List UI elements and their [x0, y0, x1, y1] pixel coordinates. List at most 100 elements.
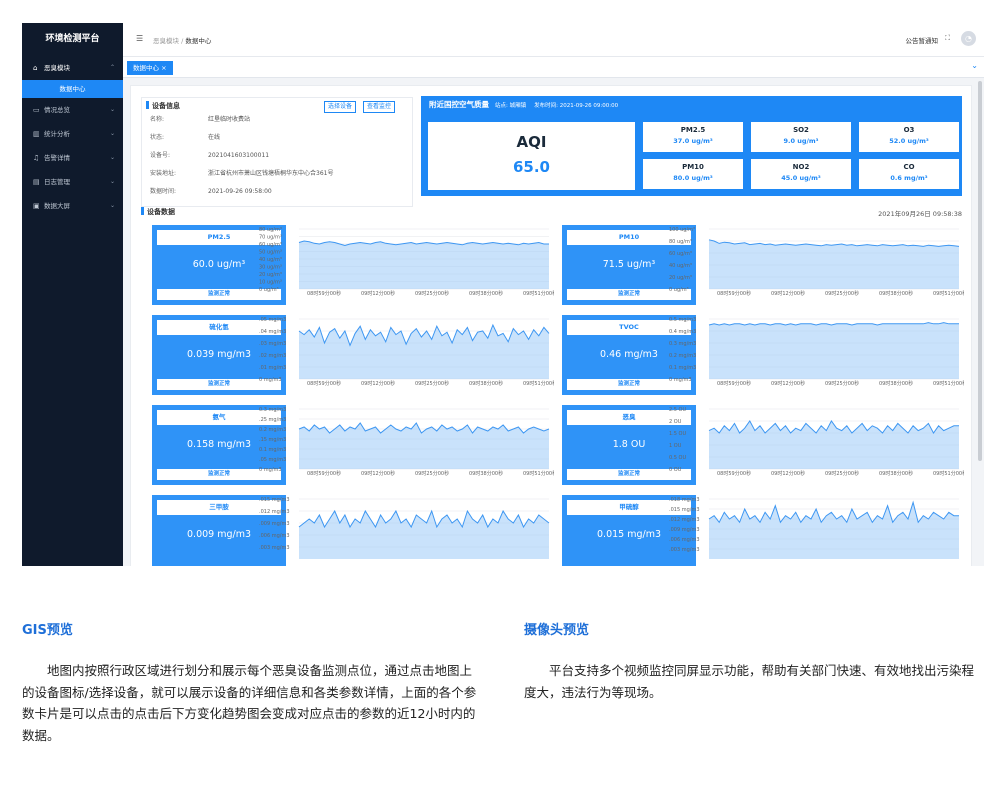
y-tick-label: .05 mg/m3 — [259, 317, 286, 323]
x-tick-label: 09时12分00秒 — [771, 470, 805, 477]
bell-icon: ♫ — [33, 154, 40, 162]
y-tick-label: 100 ug/m³ — [669, 227, 695, 233]
aqi-label: AQI — [516, 133, 547, 151]
y-tick-label: 0 mg/m3 — [669, 377, 692, 383]
breadcrumb: 恶臭模块 / 数据中心 — [153, 35, 211, 45]
device-field-id: 设备号: 2021041603100011 — [150, 152, 270, 159]
x-tick-label: 08时59分00秒 — [717, 380, 751, 387]
select-device-button[interactable]: 选择设备 — [324, 101, 357, 113]
y-tick-label: 2.5 OU — [669, 407, 686, 413]
menu-toggle-icon[interactable]: ☰ — [136, 34, 143, 43]
trend-chart-h2s: .05 mg/m3 .04 mg/m3 .03 mg/m3 .02 mg/m3 .01 … — [259, 315, 554, 393]
notice-link[interactable]: 公告暂通知 — [906, 35, 939, 45]
y-tick-label: 30 ug/m³ — [259, 265, 282, 271]
pollutant-card-so2[interactable]: SO2 9.0 ug/m³ — [751, 122, 851, 152]
y-tick-label: .003 mg/m3 — [669, 547, 700, 553]
y-tick-label: 80 ug/m³ — [669, 239, 692, 245]
aqi-card[interactable]: AQI 65.0 — [428, 122, 635, 190]
tab-data-center[interactable]: 数据中心 × — [127, 61, 173, 75]
x-tick-label: 09时38分00秒 — [879, 380, 913, 387]
x-tick-label: 08时59分00秒 — [717, 290, 751, 297]
home-icon: ⌂ — [33, 64, 38, 72]
chart-svg: .05 mg/m3 .04 mg/m3 .03 mg/m3 .02 mg/m3 .01 … — [259, 317, 554, 387]
sidebar-item-label: 告警详情 — [44, 154, 70, 162]
x-tick-label: 09时25分00秒 — [825, 290, 859, 297]
breadcrumb-root[interactable]: 恶臭模块 — [153, 37, 179, 45]
sidebar-item-big-screen[interactable]: ▣ 数据大屏 ⌄ — [22, 194, 123, 218]
y-tick-label: 40 ug/m³ — [669, 263, 692, 269]
top-header: ☰ 恶臭模块 / 数据中心 公告暂通知 ⛶ ◔ — [123, 23, 984, 57]
y-tick-label: 60 ug/m³ — [259, 242, 282, 248]
y-tick-label: 0.3 mg/m3 — [259, 407, 286, 413]
chevron-down-icon: ⌄ — [109, 106, 115, 113]
y-tick-label: 1.5 OU — [669, 431, 686, 437]
view-monitor-button[interactable]: 查看监控 — [363, 101, 396, 113]
chevron-up-icon: ⌃ — [109, 64, 115, 71]
device-data-time: 2021年09月26日 09:58:38 — [878, 210, 962, 218]
trend-chart-trimethylamine: .015 mg/m3 .012 mg/m3 .009 mg/m3 .006 mg/m3… — [259, 495, 554, 566]
x-tick-label: 09时12分00秒 — [361, 380, 395, 387]
fullscreen-icon[interactable]: ⛶ — [945, 34, 950, 43]
sidebar-item-overview[interactable]: ▭ 情况总览 ⌄ — [22, 98, 123, 122]
sidebar: 环境检测平台 ⌂ 恶臭模块 ⌃ 数据中心 ▭ 情况总览 ⌄ ▥ 统计分析 ⌄ ♫ 告警详… — [22, 23, 123, 566]
pollutant-card-pm25[interactable]: PM2.5 37.0 ug/m³ — [643, 122, 743, 152]
sidebar-item-alarm[interactable]: ♫ 告警详情 ⌄ — [22, 146, 123, 170]
x-tick-label: 09时25分00秒 — [825, 470, 859, 477]
y-tick-label: .015 mg/m3 — [669, 507, 700, 513]
y-tick-label: 0.5 OU — [669, 455, 686, 461]
y-tick-label: .015 mg/m3 — [259, 497, 290, 503]
y-tick-label: 0.2 mg/m3 — [669, 353, 696, 359]
pollutant-card-co[interactable]: CO 0.6 mg/m³ — [859, 159, 959, 189]
y-tick-label: .018 mg/m3 — [669, 497, 700, 503]
trend-chart-ammonia: 0.3 mg/m3 .25 mg/m3 0.2 mg/m3 .15 mg/m3 0.1 … — [259, 405, 554, 483]
sidebar-item-odor-module[interactable]: ⌂ 恶臭模块 ⌃ — [22, 56, 123, 80]
trend-chart-pm10: 100 ug/m³ 80 ug/m³ 60 ug/m³ 40 ug/m³ 20 ug/m… — [669, 225, 964, 303]
main-content: 设备信息 选择设备 查看监控 名称: 红垦临时收费站 状态: 在线 设备号: 2021… — [130, 85, 972, 566]
sidebar-item-label: 数据大屏 — [44, 202, 70, 210]
device-data-title: 设备数据 — [141, 207, 175, 217]
series-area — [299, 241, 549, 289]
device-info-title: 设备信息 — [146, 101, 180, 111]
pollutant-card-pm10[interactable]: PM10 80.0 ug/m³ — [643, 159, 743, 189]
camera-preview-description: 平台支持多个视频监控同屏显示功能，帮助有关部门快速、有效地找出污染程度大，违法行… — [524, 663, 975, 700]
x-tick-label: 09时51分00秒 — [523, 290, 554, 297]
x-tick-label: 09时12分00秒 — [771, 380, 805, 387]
chart-svg: 2.5 OU 2 OU 1.5 OU 1 OU 0.5 OU 0 OU 08时59分00秒 0… — [669, 407, 964, 477]
chevron-down-icon: ⌄ — [109, 202, 115, 209]
y-tick-label: 0.3 mg/m3 — [669, 341, 696, 347]
y-tick-label: 0 mg/m3 — [259, 467, 282, 473]
chevron-down-icon[interactable]: ⌄ — [971, 61, 978, 70]
y-tick-label: 0 ug/m³ — [259, 287, 279, 293]
sidebar-item-label: 日志管理 — [44, 178, 70, 186]
y-tick-label: 0 mg/m3 — [259, 377, 282, 383]
y-tick-label: .05 mg/m3 — [259, 457, 286, 463]
sidebar-item-statistics[interactable]: ▥ 统计分析 ⌄ — [22, 122, 123, 146]
sidebar-item-logs[interactable]: ▤ 日志管理 ⌄ — [22, 170, 123, 194]
x-tick-label: 09时38分00秒 — [469, 380, 503, 387]
x-tick-label: 09时38分00秒 — [469, 290, 503, 297]
y-tick-label: .03 mg/m3 — [259, 341, 286, 347]
y-tick-label: 0 OU — [669, 467, 682, 473]
screen-icon: ▣ — [33, 202, 40, 210]
y-tick-label: 2 OU — [669, 419, 682, 425]
series-area — [299, 511, 549, 559]
chart-svg: 100 ug/m³ 80 ug/m³ 60 ug/m³ 40 ug/m³ 20 ug/m… — [669, 227, 964, 297]
document-icon: ▤ — [33, 178, 40, 186]
page-scrollbar[interactable] — [978, 81, 982, 461]
gis-preview-heading: GIS预览 — [22, 623, 73, 638]
y-tick-label: .012 mg/m3 — [259, 509, 290, 515]
chevron-down-icon: ⌄ — [109, 154, 115, 161]
pollutant-card-no2[interactable]: NO2 45.0 ug/m³ — [751, 159, 851, 189]
aqi-value: 65.0 — [512, 158, 550, 176]
pollutant-card-o3[interactable]: O3 52.0 ug/m³ — [859, 122, 959, 152]
avatar[interactable]: ◔ — [961, 31, 976, 46]
x-tick-label: 09时25分00秒 — [825, 380, 859, 387]
chart-svg: 0.3 mg/m3 .25 mg/m3 0.2 mg/m3 .15 mg/m3 0.1 … — [259, 407, 554, 477]
sidebar-subitem-data-center[interactable]: 数据中心 — [22, 80, 123, 98]
y-tick-label: 0.2 mg/m3 — [259, 427, 286, 433]
x-tick-label: 09时38分00秒 — [879, 470, 913, 477]
chart-svg: 80 ug/m³ 70 ug/m³60 ug/m³ 50 ug/m³40 ug/m³… — [259, 227, 554, 297]
x-tick-label: 09时38分00秒 — [469, 470, 503, 477]
y-tick-label: 0.5 mg/m3 — [669, 317, 696, 323]
device-field-time: 数据时间: 2021-09-26 09:58:00 — [150, 188, 272, 195]
